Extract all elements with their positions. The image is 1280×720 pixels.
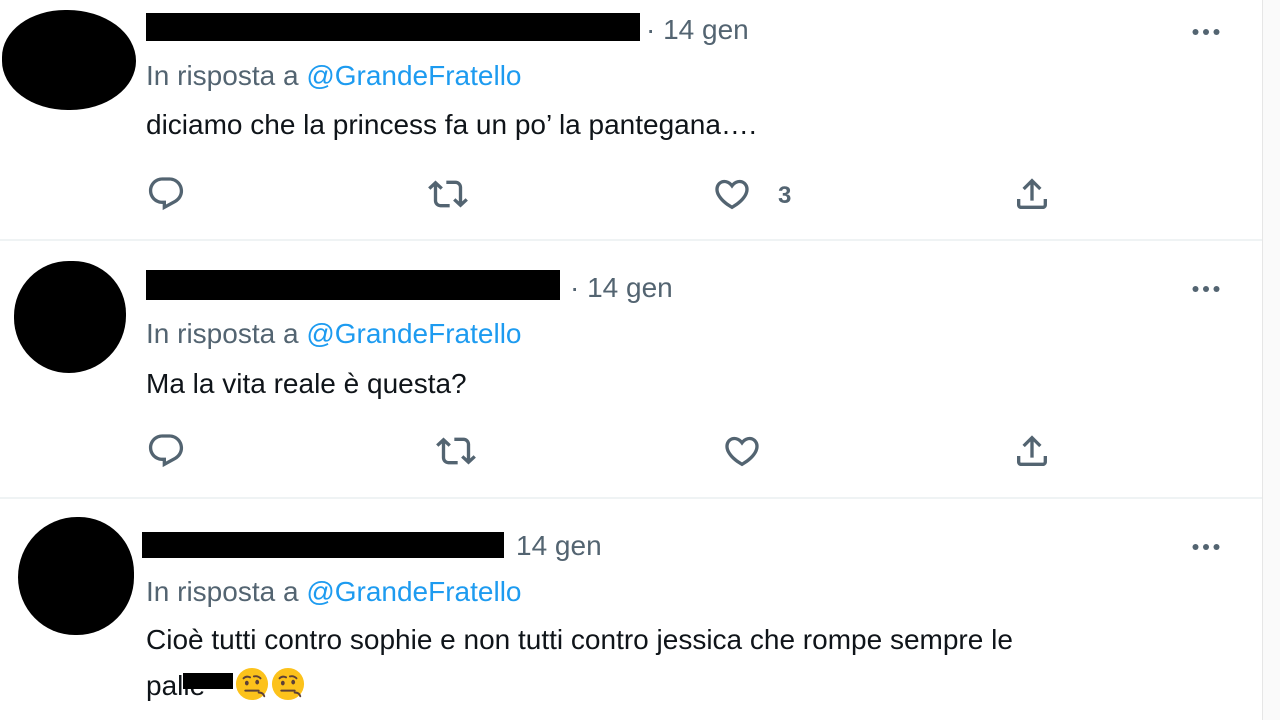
tweet-text: Cioè tutti contro sophie e non tutti con… bbox=[146, 617, 1013, 709]
redacted-username[interactable] bbox=[146, 13, 640, 41]
tweet[interactable]: · 14 gen In risposta a @GrandeFratello M… bbox=[0, 241, 1262, 498]
reply-handle-link[interactable]: @GrandeFratello bbox=[306, 60, 521, 91]
scrollbar-track[interactable] bbox=[1262, 0, 1280, 720]
tweet-text: Ma la vita reale è questa? bbox=[146, 368, 467, 399]
raised-eyebrow-emoji-icon bbox=[235, 667, 269, 701]
redacted-username[interactable] bbox=[146, 270, 560, 300]
reply-prefix: In risposta a bbox=[146, 318, 299, 349]
tweet-timestamp[interactable]: 14 gen bbox=[516, 530, 602, 562]
reply-context: In risposta a @GrandeFratello bbox=[146, 318, 522, 350]
raised-eyebrow-emoji-icon bbox=[271, 667, 305, 701]
redaction-mark bbox=[183, 673, 234, 689]
share-icon[interactable] bbox=[1012, 174, 1052, 214]
avatar[interactable] bbox=[14, 261, 126, 373]
more-icon[interactable] bbox=[1188, 529, 1224, 565]
reply-handle-link[interactable]: @GrandeFratello bbox=[306, 318, 521, 349]
tweet-text: diciamo che la princess fa un po’ la pan… bbox=[146, 109, 757, 140]
redacted-username[interactable] bbox=[142, 532, 504, 558]
reply-context: In risposta a @GrandeFratello bbox=[146, 576, 522, 608]
reply-context: In risposta a @GrandeFratello bbox=[146, 60, 522, 92]
more-icon[interactable] bbox=[1188, 271, 1224, 307]
reply-prefix: In risposta a bbox=[146, 60, 299, 91]
tweet-timestamp[interactable]: · 14 gen bbox=[646, 14, 749, 46]
reply-icon[interactable] bbox=[146, 174, 186, 214]
like-count: 3 bbox=[778, 182, 792, 209]
share-icon[interactable] bbox=[1012, 431, 1052, 471]
retweet-icon[interactable] bbox=[436, 431, 476, 471]
avatar[interactable] bbox=[2, 10, 136, 110]
reply-handle-link[interactable]: @GrandeFratello bbox=[306, 576, 521, 607]
reply-prefix: In risposta a bbox=[146, 576, 299, 607]
retweet-icon[interactable] bbox=[428, 174, 468, 214]
tweet[interactable]: · 14 gen In risposta a @GrandeFratello d… bbox=[0, 0, 1262, 240]
heart-icon[interactable] bbox=[712, 174, 752, 214]
tweet[interactable]: 14 gen In risposta a @GrandeFratello Cio… bbox=[0, 499, 1262, 720]
heart-icon[interactable] bbox=[722, 431, 762, 471]
avatar[interactable] bbox=[18, 517, 134, 635]
reply-icon[interactable] bbox=[146, 431, 186, 471]
more-icon[interactable] bbox=[1188, 14, 1224, 50]
tweet-timestamp[interactable]: · 14 gen bbox=[570, 272, 673, 304]
tweet-text-line: Cioè tutti contro sophie e non tutti con… bbox=[146, 624, 1013, 655]
